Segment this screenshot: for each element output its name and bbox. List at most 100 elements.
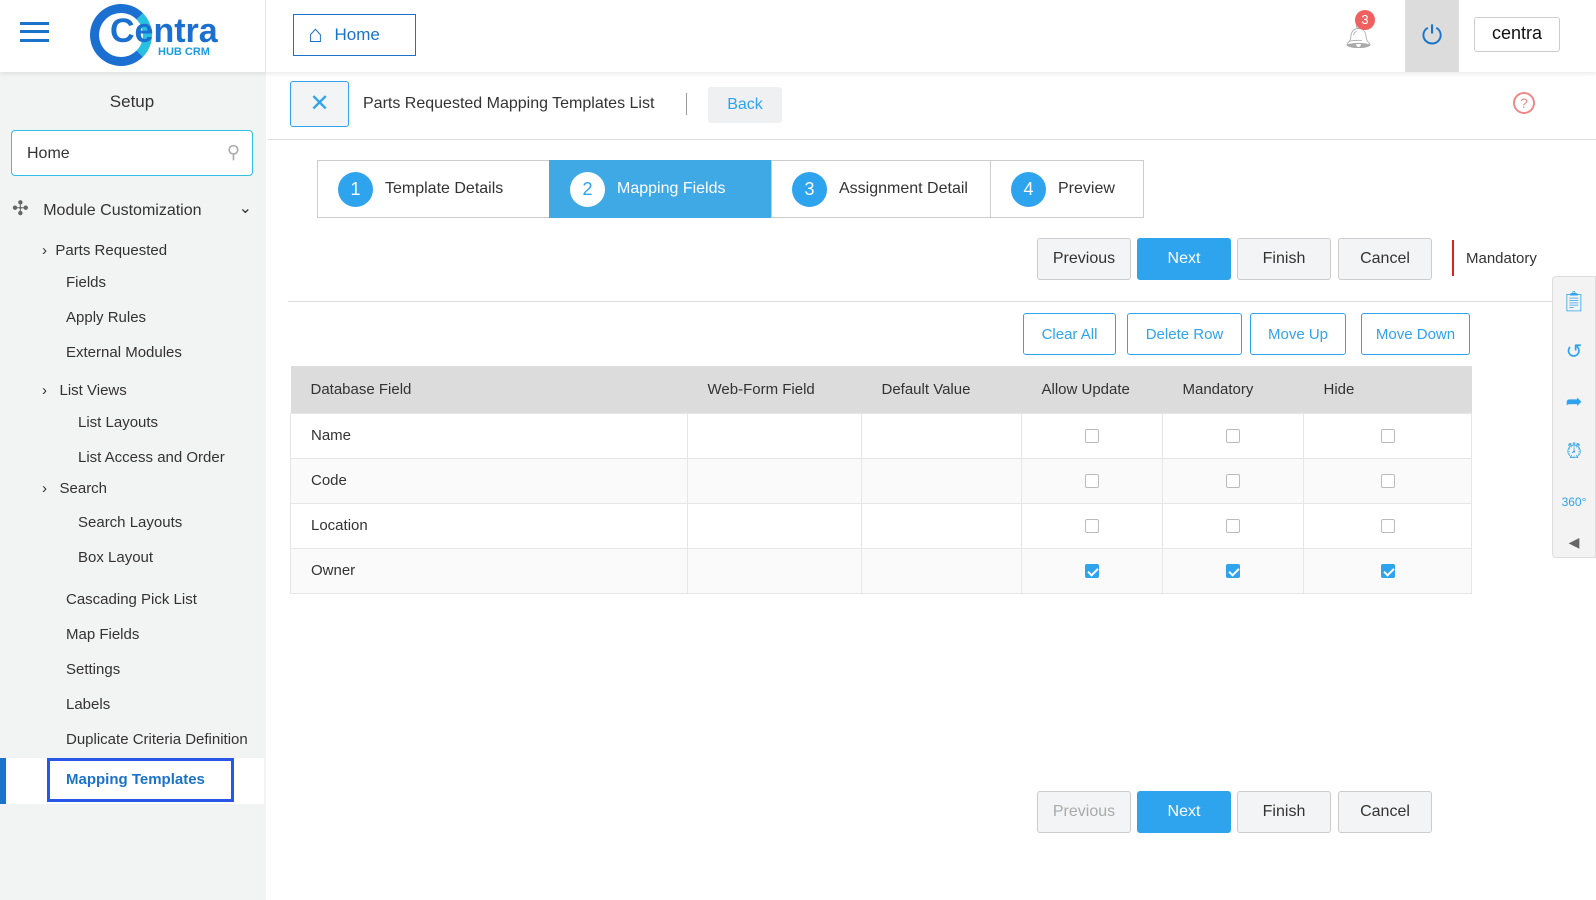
- col-mandatory: Mandatory: [1162, 366, 1304, 413]
- web-form-field-cell[interactable]: [687, 502, 862, 549]
- mandatory-checkbox[interactable]: [1226, 519, 1240, 534]
- step-label: Mapping Fields: [617, 180, 726, 197]
- database-field-cell: Owner: [290, 547, 688, 594]
- web-form-field-cell[interactable]: [687, 547, 862, 594]
- back-button[interactable]: Back: [708, 87, 782, 123]
- sidebar-item-map-fields[interactable]: Map Fields: [66, 626, 139, 643]
- hide-checkbox[interactable]: [1380, 429, 1395, 444]
- database-field-cell: Code: [290, 457, 688, 504]
- allow-update-checkbox[interactable]: [1085, 519, 1099, 534]
- collapse-left-icon[interactable]: ◀: [1553, 527, 1595, 557]
- home-icon: ⌂: [308, 21, 323, 48]
- power-button[interactable]: ⏻: [1405, 0, 1459, 72]
- sidebar-item-cascading-pick-list[interactable]: Cascading Pick List: [66, 591, 197, 608]
- sidebar-item-external-modules[interactable]: External Modules: [66, 344, 182, 361]
- sidebar-item-search-layouts[interactable]: Search Layouts: [78, 514, 182, 531]
- allow-update-cell: [1021, 547, 1163, 594]
- hide-cell: [1303, 502, 1472, 549]
- clear-all-button[interactable]: Clear All: [1023, 313, 1116, 355]
- allow-update-cell: [1021, 412, 1163, 459]
- col-default-value: Default Value: [861, 366, 1022, 413]
- default-value-cell[interactable]: [861, 412, 1022, 459]
- alarm-clock-icon[interactable]: ⏰︎: [1553, 427, 1595, 477]
- search-icon[interactable]: ⚲: [227, 142, 240, 163]
- toolbar-divider: [288, 301, 1553, 302]
- sidebar-item-settings[interactable]: Settings: [66, 661, 120, 678]
- move-down-button[interactable]: Move Down: [1361, 313, 1470, 355]
- view-360-icon[interactable]: 360°: [1553, 477, 1595, 527]
- sidebar-item-apply-rules[interactable]: Apply Rules: [66, 309, 146, 326]
- hamburger-menu-icon[interactable]: [20, 22, 49, 42]
- sidebar-item-search[interactable]: › Search: [42, 480, 107, 497]
- sidebar: Setup Home ⚲ ✣ Module Customization ⌄ › Pa…: [0, 72, 266, 900]
- previous-button-bottom[interactable]: Previous: [1037, 791, 1131, 833]
- history-icon[interactable]: ↺: [1553, 327, 1595, 377]
- mandatory-checkbox[interactable]: [1226, 564, 1240, 579]
- mandatory-checkbox[interactable]: [1226, 429, 1240, 444]
- hide-cell: [1303, 547, 1472, 594]
- allow-update-checkbox[interactable]: [1085, 474, 1099, 489]
- step-template-details[interactable]: 1 Template Details: [317, 160, 550, 218]
- step-preview[interactable]: 4 Preview: [990, 160, 1144, 218]
- sidebar-item-parts-requested[interactable]: › Parts Requested: [42, 242, 167, 259]
- home-button[interactable]: ⌂ Home: [293, 14, 416, 56]
- sidebar-item-list-access[interactable]: List Access and Order: [78, 449, 225, 466]
- move-up-button[interactable]: Move Up: [1250, 313, 1346, 355]
- step-mapping-fields[interactable]: 2 Mapping Fields: [549, 160, 771, 218]
- sidebar-item-box-layout[interactable]: Box Layout: [78, 549, 153, 566]
- hide-cell: [1303, 412, 1472, 459]
- step-label: Template Details: [385, 180, 504, 197]
- header-divider: [268, 139, 1596, 140]
- col-web-form-field: Web-Form Field: [687, 366, 862, 413]
- sidebar-item-fields[interactable]: Fields: [66, 274, 106, 291]
- sidebar-item-duplicate-criteria[interactable]: Duplicate Criteria Definition: [66, 731, 248, 748]
- brand-badge[interactable]: centra: [1474, 17, 1560, 52]
- mandatory-checkbox[interactable]: [1226, 474, 1240, 489]
- col-hide: Hide: [1303, 366, 1472, 413]
- previous-button-top[interactable]: Previous: [1037, 238, 1131, 280]
- step-label: Preview: [1058, 180, 1115, 197]
- wrench-icon: ✕: [309, 90, 330, 117]
- tools-button[interactable]: ✕: [290, 81, 349, 127]
- table-row[interactable]: Location: [290, 502, 1472, 549]
- sidebar-item-labels[interactable]: Labels: [66, 696, 110, 713]
- database-field-cell: Name: [290, 412, 688, 459]
- hide-checkbox[interactable]: [1380, 564, 1395, 579]
- step-number: 2: [570, 171, 605, 207]
- step-assignment-detail[interactable]: 3 Assignment Detail: [771, 160, 991, 218]
- notes-icon[interactable]: 📋︎: [1553, 277, 1595, 327]
- cancel-button-top[interactable]: Cancel: [1338, 238, 1432, 280]
- module-customization-section[interactable]: ✣ Module Customization ⌄: [12, 196, 252, 221]
- next-button-bottom[interactable]: Next: [1137, 791, 1231, 833]
- sidebar-item-mapping-templates[interactable]: Mapping Templates: [47, 758, 234, 802]
- search-value: Home: [27, 145, 70, 162]
- logo-area: Centra HUB CRM: [0, 0, 266, 72]
- table-row[interactable]: Name: [290, 412, 1472, 459]
- delete-row-button[interactable]: Delete Row: [1127, 313, 1242, 355]
- section-label: Module Customization: [43, 202, 202, 219]
- hide-checkbox[interactable]: [1380, 474, 1395, 489]
- allow-update-checkbox[interactable]: [1085, 564, 1099, 579]
- share-arrow-icon[interactable]: ➦: [1553, 377, 1595, 427]
- finish-button-bottom[interactable]: Finish: [1237, 791, 1331, 833]
- sidebar-search-input[interactable]: Home ⚲: [11, 130, 253, 176]
- title-divider: [686, 93, 687, 115]
- table-row[interactable]: Owner: [290, 547, 1472, 594]
- cancel-button-bottom[interactable]: Cancel: [1338, 791, 1432, 833]
- table-row[interactable]: Code: [290, 457, 1472, 504]
- logo-subtext: HUB CRM: [158, 46, 210, 58]
- default-value-cell[interactable]: [861, 457, 1022, 504]
- web-form-field-cell[interactable]: [687, 457, 862, 504]
- sidebar-item-list-views[interactable]: › List Views: [42, 382, 127, 399]
- default-value-cell[interactable]: [861, 502, 1022, 549]
- help-icon[interactable]: ?: [1513, 92, 1535, 114]
- allow-update-checkbox[interactable]: [1085, 429, 1099, 444]
- allow-update-cell: [1021, 457, 1163, 504]
- sidebar-item-list-layouts[interactable]: List Layouts: [78, 414, 158, 431]
- web-form-field-cell[interactable]: [687, 412, 862, 459]
- default-value-cell[interactable]: [861, 547, 1022, 594]
- hide-checkbox[interactable]: [1380, 519, 1395, 534]
- puzzle-icon: ✣: [12, 198, 29, 220]
- next-button-top[interactable]: Next: [1137, 238, 1231, 280]
- finish-button-top[interactable]: Finish: [1237, 238, 1331, 280]
